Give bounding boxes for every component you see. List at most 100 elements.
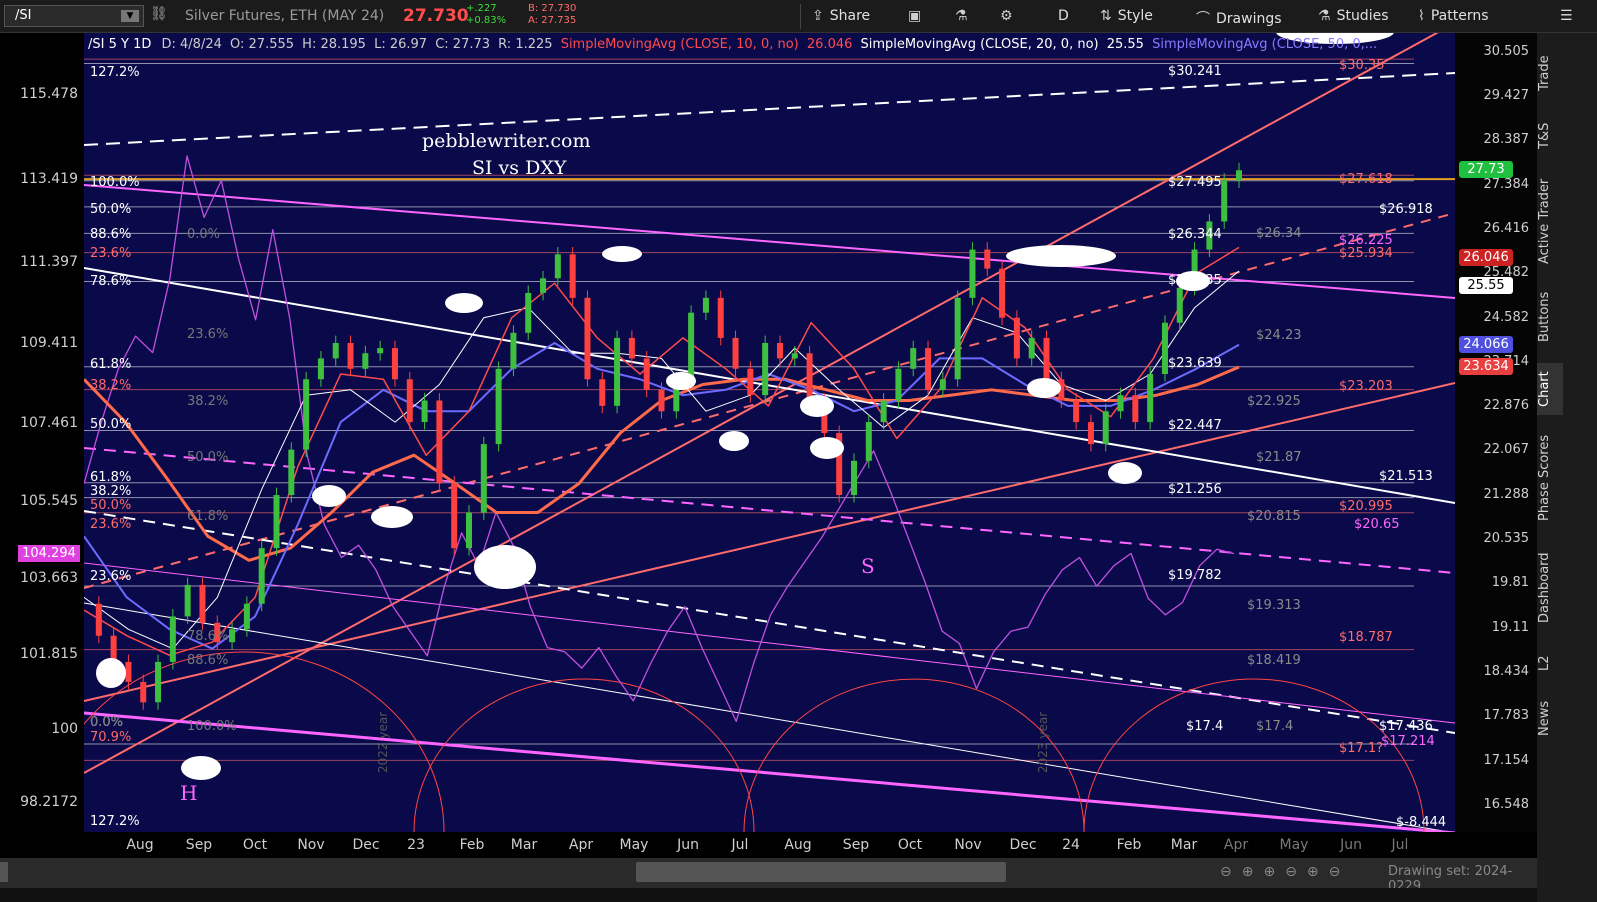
price-candle [258,548,265,604]
price-candle [1013,317,1020,359]
menu-icon: ☰ [1560,8,1573,24]
bid-ask-box: B: 27.730 A: 27.735 [528,3,576,27]
right-axis-tick: 27.384 [1483,176,1530,192]
level-label-white: $26.918 [1379,202,1433,217]
period-button[interactable]: D [1058,8,1069,24]
symbol-text: /SI [15,8,32,23]
left-axis-tick: 101.815 [20,646,78,663]
right-axis-tick: 19.11 [1491,619,1529,635]
screenshot-button[interactable]: ▣ [908,8,927,24]
pattern-marker-oval [719,431,749,451]
zoom-controls[interactable]: ⊖⊕⊕⊖⊕⊖ [1220,864,1350,880]
change-pct: +0.83% [466,15,507,26]
share-button[interactable]: ⇪ Share [812,8,870,24]
change-abs: +.227 [466,3,497,14]
price-candle [466,512,472,549]
price-candle [954,297,961,380]
level-label-white: $25.335 [1168,273,1222,288]
trend-white-thin [84,602,1453,832]
flask-button[interactable]: ⚗ [955,8,974,24]
level-label-white: $21.513 [1379,469,1433,484]
ohlc-close: C: 27.73 [435,37,491,52]
level-label-orange: $23.203 [1339,379,1393,394]
pattern-marker-oval [800,395,834,417]
right-axis-tick: 28.387 [1483,132,1530,148]
scroll-thumb[interactable] [636,862,1006,882]
x-axis-tick: Dec [352,837,380,853]
ask-price: A: 27.735 [528,15,577,26]
settings-button[interactable]: ⚙ [1000,8,1019,24]
patterns-button[interactable]: ⌇ Patterns [1418,8,1489,24]
chart-plot-area[interactable]: pebblewriter.com SI vs DXY H S 2022 year… [84,33,1455,832]
sidebar-tab[interactable]: Trade [1537,53,1563,93]
x-axis-tick: Jul [731,837,749,853]
sma20-legend[interactable]: SimpleMovingAvg (CLOSE, 20, 0, no) [861,37,1099,52]
fib-label-left: 50.0% [90,498,132,513]
fib-label-left: 88.6% [90,227,132,242]
x-axis-tick: Oct [242,837,268,853]
x-axis-tick: Feb [459,837,485,853]
sidebar-tab[interactable]: News [1537,698,1563,738]
sidebar-tab[interactable]: L2 [1537,648,1563,678]
price-candle [391,348,398,380]
level-label-white: $23.639 [1168,356,1222,371]
pattern-marker-oval [666,372,696,390]
right-axis-tick: 24.582 [1483,309,1530,325]
level-label-magenta: $26.225 [1339,233,1393,248]
price-candle [1147,374,1154,423]
level-label-white: $30.241 [1168,64,1222,79]
sma10-legend[interactable]: SimpleMovingAvg (CLOSE, 10, 0, no) [561,37,799,52]
menu-button[interactable]: ☰ [1560,8,1573,24]
price-candle [332,342,339,359]
price-candle [1221,180,1228,222]
level-label-gray: $24.23 [1256,328,1302,343]
price-candle [658,389,665,412]
price-candle [421,400,428,423]
sidebar-tab[interactable]: T&S [1537,113,1563,159]
price-candle [510,332,517,369]
level-label-magenta: $20.65 [1354,517,1400,532]
price-candle [880,400,887,423]
chart-scrollbar[interactable]: ⊖⊕⊕⊖⊕⊖ Drawing set: 2024-0229 [0,858,1537,894]
price-candle [317,358,324,380]
sidebar-tab[interactable]: Phase Scores [1537,428,1563,528]
studies-header: /SI 5 Y 1D D: 4/8/24 O: 27.555 H: 28.195… [88,36,1377,53]
pattern-marker-oval [1006,245,1116,267]
right-axis-tick: 22.876 [1483,398,1530,414]
cycle-arc [84,651,445,832]
fib-label-left: 38.2% [90,378,132,393]
pattern-marker-oval [474,545,536,589]
sma50-legend[interactable]: SimpleMovingAvg (CLOSE, 50, 0,... [1152,37,1377,52]
link-icon[interactable]: ⛓ [150,6,168,22]
level-label-white: $27.495 [1168,175,1222,190]
price-candle [125,661,132,682]
studies-button[interactable]: ⚗ Studies [1318,8,1389,24]
price-candle [1087,422,1094,445]
level-label-orange: $27.618 [1339,172,1393,187]
style-button[interactable]: ⇅ Style [1100,8,1153,24]
level-label-magenta: $17.214 [1381,734,1435,749]
share-label: Share [829,8,871,24]
fib-label-gray: 61.8% [187,509,229,524]
symbol-selector[interactable]: /SI ▼ [4,5,144,27]
sidebar-tab[interactable]: Chart [1537,363,1563,415]
sidebar-tab[interactable]: Buttons [1537,283,1563,351]
sidebar-tab[interactable]: Active Trader [1537,171,1563,271]
price-candle [199,584,206,623]
ohlc-open: O: 27.555 [230,37,295,52]
x-axis-tick: Mar [1170,837,1198,853]
scroll-left-button[interactable] [0,862,8,882]
left-axis-tick: 98.2172 [20,793,78,810]
chart-svg [84,33,1455,832]
x-axis-tick: Sep [842,837,870,853]
level-label-white: $22.447 [1168,418,1222,433]
drawings-button[interactable]: ⌒ Drawings [1196,8,1282,28]
instrument-name: Silver Futures, ETH (MAY 24) [185,8,385,24]
price-candle [451,483,458,549]
share-icon: ⇪ [812,8,824,24]
level-label-orange: $20.995 [1339,499,1393,514]
sidebar-tab[interactable]: Dashboard [1537,543,1563,633]
fib-label-gray: 0.0% [90,715,124,730]
pattern-marker-oval [371,506,413,528]
chevron-down-icon[interactable]: ▼ [121,10,139,22]
